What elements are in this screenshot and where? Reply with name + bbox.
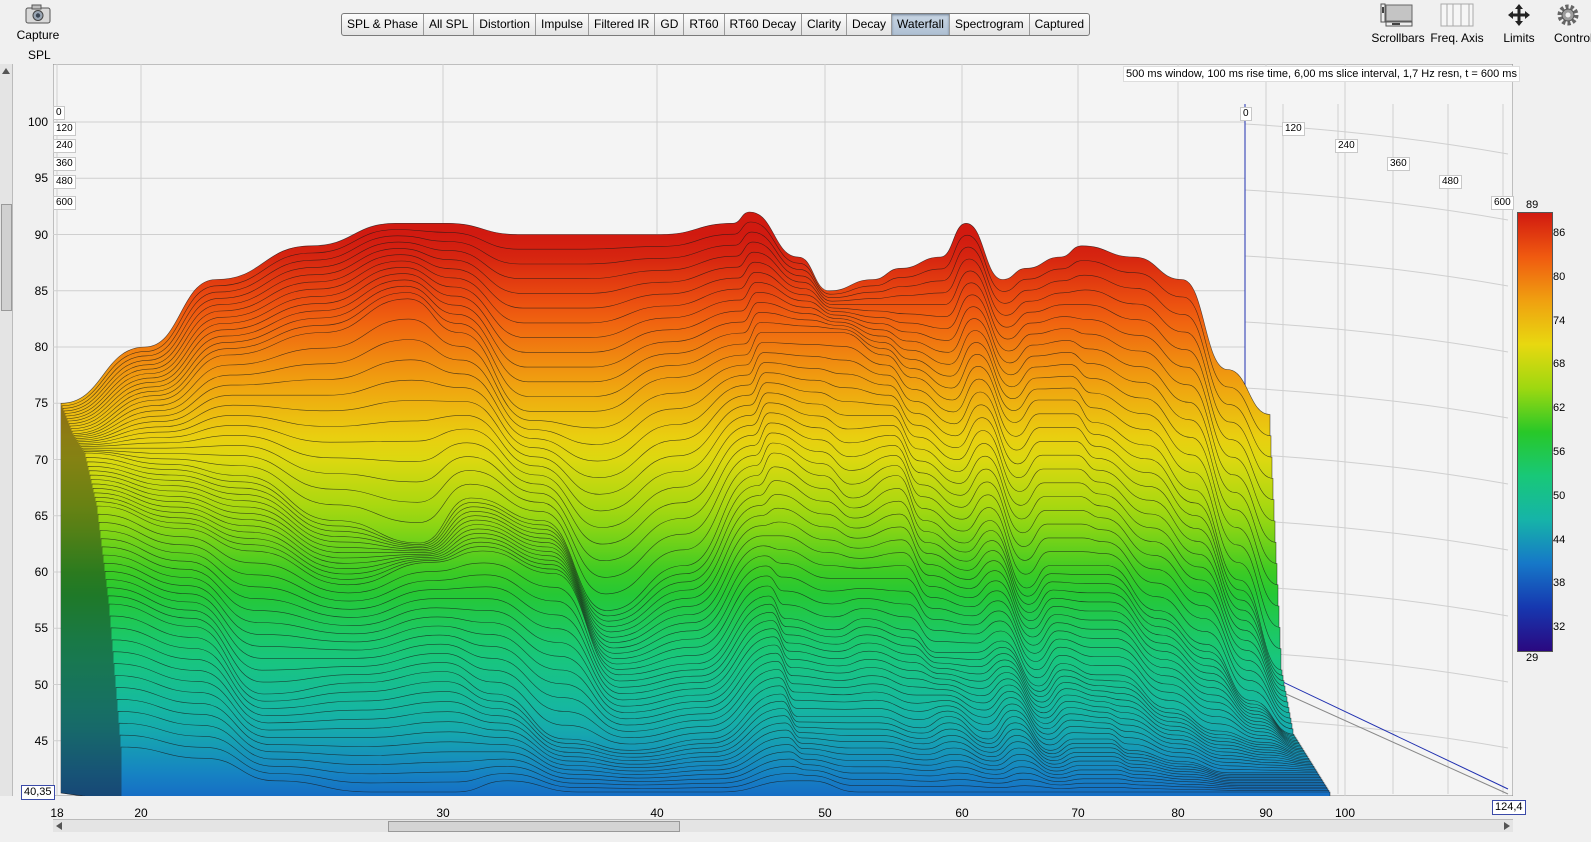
freq-axis-label: Freq. Axis	[1430, 31, 1484, 45]
waterfall-plot[interactable]	[53, 64, 1513, 796]
plot-info-text: 500 ms window, 100 ms rise time, 6,00 ms…	[1123, 66, 1520, 82]
x-tick-label: 50	[818, 806, 832, 820]
gear-icon	[1557, 4, 1579, 26]
time-label-right: 120	[1282, 122, 1305, 136]
colorbar	[1517, 212, 1553, 652]
tab-distortion[interactable]: Distortion	[474, 14, 536, 35]
controls-label: Controls	[1554, 31, 1591, 45]
y-tick-label: 100	[28, 115, 49, 129]
colorbar-tick-label: 86	[1553, 226, 1566, 239]
time-label-left: 240	[53, 139, 76, 153]
y-tick-label: 55	[34, 621, 48, 636]
tab-rt60-decay[interactable]: RT60 Decay	[725, 14, 802, 35]
scrollbars-label: Scrollbars	[1371, 31, 1425, 45]
colorbar-tick-label: 62	[1553, 402, 1566, 415]
capture-label: Capture	[16, 28, 60, 42]
time-label-left: 480	[53, 175, 76, 189]
x-tick-label: 20	[134, 806, 148, 820]
x-tick-label: 18	[50, 806, 64, 820]
tab-decay[interactable]: Decay	[847, 14, 893, 35]
scroll-left-arrow[interactable]	[56, 822, 62, 830]
time-label-right: 360	[1387, 157, 1410, 171]
tab-rt60[interactable]: RT60	[684, 14, 725, 35]
y-axis-title: SPL	[28, 48, 51, 62]
y-tick-label: 90	[34, 227, 48, 242]
x-tick-label: 70	[1071, 806, 1085, 820]
freq-axis-icon	[1440, 3, 1474, 27]
limits-label: Limits	[1503, 31, 1535, 45]
y-tick-label: 45	[34, 733, 48, 748]
time-label-left: 120	[53, 122, 76, 136]
capture-button[interactable]: Capture	[14, 3, 62, 42]
horizontal-scroll-thumb[interactable]	[388, 821, 680, 832]
x-tick-label: 40	[650, 806, 664, 820]
freq-axis-button[interactable]: Freq. Axis	[1428, 2, 1486, 45]
x-max-value-box[interactable]: 124,4	[1492, 800, 1526, 815]
colorbar-tick-label: 68	[1553, 358, 1566, 371]
y-tick-label: 70	[34, 452, 48, 467]
x-tick-label: 30	[436, 806, 450, 820]
x-tick-label: 100	[1334, 806, 1356, 820]
colorbar-max: 89	[1526, 199, 1539, 211]
colorbar-tick-label: 56	[1553, 445, 1566, 458]
vertical-scrollbar[interactable]	[0, 64, 13, 796]
y-tick-label: 60	[34, 565, 48, 579]
tab-clarity[interactable]: Clarity	[802, 14, 848, 35]
colorbar-tick-label: 74	[1553, 314, 1566, 327]
vertical-scroll-thumb[interactable]	[1, 204, 12, 311]
scroll-right-arrow[interactable]	[1504, 822, 1510, 830]
move-arrows-icon	[1508, 4, 1530, 26]
x-tick-label: 80	[1171, 806, 1185, 820]
tab-impulse[interactable]: Impulse	[536, 14, 590, 35]
waterfall-surface	[60, 211, 1331, 796]
y-tick-label: 65	[34, 508, 48, 523]
time-label-left: 600	[53, 196, 76, 210]
scrollbars-button[interactable]: Scrollbars	[1369, 2, 1427, 45]
x-tick-label: 90	[1259, 806, 1273, 820]
colorbar-tick-label: 38	[1553, 577, 1566, 590]
y-tick-label: 85	[34, 283, 48, 298]
graph-tabs: SPL & Phase All SPL Distortion Impulse Filte…	[341, 13, 1091, 36]
time-label-right: 600	[1491, 196, 1514, 210]
tab-spl-phase[interactable]: SPL & Phase	[342, 14, 424, 35]
colorbar-tick-label: 50	[1553, 489, 1566, 502]
tab-waterfall[interactable]: Waterfall	[892, 14, 950, 35]
colorbar-tick-label: 80	[1553, 270, 1566, 283]
tab-all-spl[interactable]: All SPL	[424, 14, 475, 35]
colorbar-tick-label: 32	[1553, 621, 1566, 634]
x-tick-label: 60	[955, 806, 969, 820]
camera-icon	[25, 4, 51, 24]
tab-spectrogram[interactable]: Spectrogram	[950, 14, 1030, 35]
y-tick-label: 75	[34, 396, 48, 411]
limits-button[interactable]: Limits	[1497, 2, 1541, 45]
y-tick-label: 80	[34, 340, 48, 354]
time-label-right: 240	[1335, 139, 1358, 153]
tab-captured[interactable]: Captured	[1030, 14, 1089, 35]
colorbar-min: 29	[1526, 652, 1539, 664]
horizontal-scrollbar[interactable]	[53, 819, 1513, 832]
time-label-left: 360	[53, 157, 76, 171]
y-tick-label: 50	[34, 677, 48, 692]
scroll-up-arrow[interactable]	[2, 68, 10, 74]
scrollbars-icon	[1380, 3, 1413, 27]
time-label-left: 0	[53, 106, 65, 120]
y-min-value-box[interactable]: 40,35	[21, 785, 55, 800]
time-label-right: 0	[1240, 107, 1252, 121]
tab-filtered-ir[interactable]: Filtered IR	[589, 14, 656, 35]
colorbar-tick-label: 44	[1553, 533, 1566, 546]
tab-gd[interactable]: GD	[655, 14, 685, 35]
controls-button[interactable]: Controls	[1554, 2, 1591, 45]
y-tick-label: 95	[34, 171, 48, 186]
time-label-right: 480	[1439, 175, 1462, 189]
